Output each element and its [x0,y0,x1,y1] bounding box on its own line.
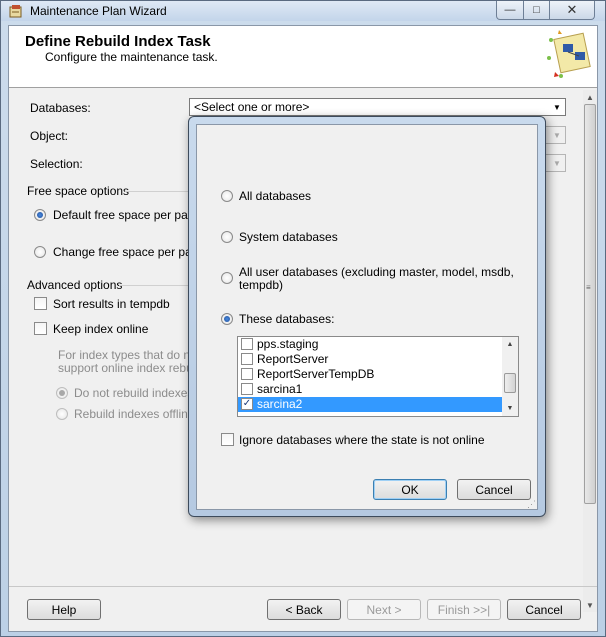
keep-index-online-label: Keep index online [53,322,149,336]
wizard-logo-icon [547,30,591,78]
databases-dropdown[interactable]: <Select one or more> ▼ [189,98,566,116]
change-free-space-label: Change free space per page [53,245,206,259]
wizard-header: Define Rebuild Index Task Configure the … [9,26,597,88]
listbox-scrollbar-thumb[interactable] [504,373,516,393]
page-scrollbar[interactable]: ▲ ≡ ▼ [583,90,597,612]
resize-grip-icon[interactable]: ⋰ [527,499,536,510]
object-label: Object: [30,129,69,143]
minimize-button[interactable]: — [496,1,524,20]
group-divider [119,285,195,286]
grip-icon: ≡ [586,283,591,292]
window-title: Maintenance Plan Wizard [30,4,167,18]
all-databases-label: All databases [239,189,312,203]
system-databases-label: System databases [239,230,338,244]
maximize-button[interactable]: □ [523,1,550,20]
default-free-space-radio[interactable] [34,209,46,221]
help-button[interactable]: Help [27,599,101,620]
scroll-up-arrow-icon[interactable]: ▲ [583,90,597,104]
do-not-rebuild-radio[interactable] [56,387,68,399]
list-item[interactable]: ReportServer [238,352,502,367]
page-subtitle: Configure the maintenance task. [45,50,218,64]
databases-listbox[interactable]: pps.staging ReportServer ReportServerTem… [237,336,519,417]
chevron-down-icon: ▼ [553,158,561,168]
databases-dropdown-value: <Select one or more> [194,100,310,114]
scroll-up-arrow-icon[interactable]: ▲ [502,337,518,351]
wizard-footer: Help < Back Next > Finish >>| Cancel [9,586,597,632]
list-item-label: ReportServer [257,352,329,366]
do-not-rebuild-label: Do not rebuild indexes [74,386,194,400]
these-databases-radio[interactable] [221,313,233,325]
rebuild-offline-radio[interactable] [56,408,68,420]
wizard-app-icon [9,5,22,18]
list-item-label: sarcina2 [257,397,303,411]
scroll-down-arrow-icon[interactable]: ▼ [502,401,518,415]
list-item-label: pps.staging [257,337,319,351]
scrollbar-thumb[interactable] [584,104,596,504]
sort-results-label: Sort results in tempdb [53,297,170,311]
title-bar: Maintenance Plan Wizard — □ ✕ [1,1,605,21]
databases-label: Databases: [30,101,91,115]
all-user-databases-label-line1: All user databases (excluding master, mo… [239,265,514,279]
listbox-scrollbar[interactable]: ▲ ▼ [502,337,518,416]
list-item-checkbox[interactable]: ✓ [241,398,253,410]
list-item-checkbox[interactable] [241,368,253,380]
close-button[interactable]: ✕ [549,1,595,20]
default-free-space-label: Default free space per page [53,208,202,222]
group-divider [125,191,195,192]
sort-results-checkbox[interactable] [34,297,47,310]
chevron-down-icon: ▼ [553,130,561,140]
all-user-databases-radio[interactable] [221,272,233,284]
list-item-checkbox[interactable] [241,353,253,365]
all-user-databases-label-line2: tempdb) [239,278,284,292]
finish-button[interactable]: Finish >>| [427,599,501,620]
all-databases-radio[interactable] [221,190,233,202]
dialog-cancel-button[interactable]: Cancel [457,479,531,500]
ignore-offline-checkbox[interactable] [221,433,234,446]
these-databases-label: These databases: [239,312,335,326]
list-item[interactable]: sarcina1 [238,382,502,397]
list-item-selected[interactable]: ✓ sarcina2 [238,397,502,412]
selection-label: Selection: [30,157,83,171]
system-databases-radio[interactable] [221,231,233,243]
rebuild-offline-label: Rebuild indexes offline [74,407,195,421]
free-space-group-label: Free space options [27,184,130,198]
ignore-offline-label: Ignore databases where the state is not … [239,433,485,447]
cancel-button[interactable]: Cancel [507,599,581,620]
next-button[interactable]: Next > [347,599,421,620]
list-item[interactable]: pps.staging [238,337,502,352]
list-item[interactable]: ReportServerTempDB [238,367,502,382]
list-item-checkbox[interactable] [241,338,253,350]
select-databases-dialog: All databases System databases All user … [188,116,546,517]
dialog-client-area: All databases System databases All user … [196,124,538,510]
back-button[interactable]: < Back [267,599,341,620]
list-item-checkbox[interactable] [241,383,253,395]
ok-button[interactable]: OK [373,479,447,500]
keep-index-online-checkbox[interactable] [34,322,47,335]
advanced-group-label: Advanced options [27,278,123,292]
list-item-label: ReportServerTempDB [257,367,375,381]
page-title: Define Rebuild Index Task [25,33,211,50]
chevron-down-icon: ▼ [553,102,561,112]
list-item-label: sarcina1 [257,382,303,396]
change-free-space-radio[interactable] [34,246,46,258]
online-note-line1: For index types that do not [58,348,201,362]
